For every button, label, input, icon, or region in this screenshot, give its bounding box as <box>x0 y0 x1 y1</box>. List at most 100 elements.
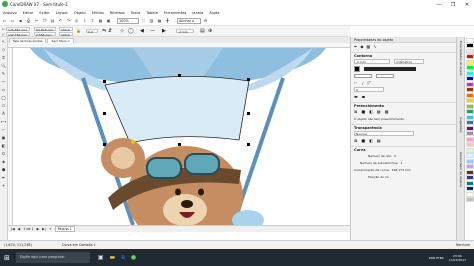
freehand-tool-icon[interactable]: ✎ <box>0 70 7 77</box>
search-content-icon[interactable]: ◎ <box>73 17 80 24</box>
palette-swatch[interactable] <box>466 147 474 153</box>
menu-texto[interactable]: Texto <box>131 11 140 15</box>
connector-tool-icon[interactable]: ⌐ <box>0 126 7 133</box>
publish-pdf-icon[interactable]: ▦ <box>97 17 104 24</box>
transparency-fountain-icon[interactable]: ◧ <box>369 138 373 143</box>
transparency-icon[interactable]: ▩ <box>366 44 370 49</box>
text-tool-icon[interactable]: A <box>0 110 7 117</box>
open-icon[interactable]: ▭ <box>9 17 16 24</box>
palette-swatch[interactable] <box>466 37 474 43</box>
line-style-preview[interactable] <box>364 66 416 71</box>
outline-icon[interactable]: ✒ <box>354 44 357 49</box>
y-position-field[interactable]: 132,756 mm <box>6 32 30 37</box>
guides-icon[interactable]: ╋ <box>164 17 171 24</box>
outline-width-field[interactable]: .2 mm <box>176 29 194 34</box>
selected-bow-shape[interactable] <box>104 75 250 144</box>
full-screen-icon[interactable]: ⛶ <box>140 17 147 24</box>
wrap-text-icon[interactable]: ▤ <box>200 28 205 34</box>
curve-icon[interactable]: ∿ <box>373 44 376 49</box>
artistic-media-tool-icon[interactable]: 〰 <box>0 78 7 85</box>
drop-shadow-tool-icon[interactable]: ▣ <box>0 134 7 141</box>
app-launcher-icon[interactable]: ▣ <box>105 17 112 24</box>
menu-layout[interactable]: Layout <box>56 11 68 15</box>
palette-swatch[interactable] <box>466 109 474 114</box>
palette-swatch[interactable] <box>466 175 474 180</box>
polygon-tool-icon[interactable]: ⬠ <box>0 102 7 109</box>
menu-exibir[interactable]: Exibir <box>39 11 49 15</box>
lock-ratio-icon[interactable]: 🔒 <box>76 28 81 33</box>
palette-swatch[interactable] <box>466 103 474 109</box>
outline-color-swatch[interactable] <box>354 65 360 72</box>
parallel-dimension-tool-icon[interactable]: ⟷ <box>0 118 7 125</box>
transparency-pattern-icon[interactable]: ▦ <box>377 138 381 143</box>
options-gear-icon[interactable]: ⚙ <box>202 17 209 24</box>
menu-arquivo[interactable]: Arquivo <box>3 11 17 15</box>
ellipse-tool-icon[interactable]: ◯ <box>0 94 7 101</box>
taskbar-search-box[interactable]: Digite aqui para pesquisar <box>15 252 90 263</box>
palette-swatch[interactable] <box>466 125 474 131</box>
interactive-fill-tool-icon[interactable]: ◈ <box>0 158 7 165</box>
palette-swatch[interactable] <box>466 114 474 120</box>
transparency-none-icon[interactable]: ⊠ <box>354 138 357 143</box>
units-select[interactable]: milímetros <box>394 59 424 64</box>
scale-y-field[interactable]: 100,0 <box>59 32 73 37</box>
palette-swatch[interactable] <box>466 169 474 175</box>
rulers-icon[interactable]: ▥ <box>148 17 155 24</box>
corner-round-icon[interactable]: ╭ <box>361 80 363 85</box>
side-tab-hints[interactable]: Sugestões <box>459 117 463 133</box>
artwork-hot-air-balloon-bear[interactable] <box>13 48 350 225</box>
redo-icon[interactable]: ↷ <box>65 17 72 24</box>
merge-mode-select[interactable]: Normal <box>354 131 414 136</box>
menu-editar[interactable]: Editar <box>23 11 34 15</box>
mirror-vertical-icon[interactable]: ⇵ <box>108 28 112 34</box>
transparency-tool-icon[interactable]: ◧ <box>0 142 7 149</box>
palette-swatch[interactable] <box>466 120 474 125</box>
palette-swatch[interactable] <box>466 59 474 65</box>
add-tools-icon[interactable]: + <box>0 182 7 189</box>
coreldraw-taskbar-icon[interactable]: ● <box>131 254 136 261</box>
first-page-button[interactable]: |◀ <box>11 227 15 231</box>
width-field[interactable]: 64,828 mm <box>34 27 56 32</box>
close-button[interactable]: ✕ <box>460 0 474 9</box>
rectangle-tool-icon[interactable]: ▭ <box>0 86 7 93</box>
file-explorer-icon[interactable]: ▬ <box>110 254 116 261</box>
outline-width-select[interactable]: .2 mm <box>354 59 390 64</box>
menu-bitmaps[interactable]: Bitmaps <box>110 11 125 15</box>
palette-swatch[interactable] <box>466 153 474 158</box>
arrowhead-end-icon[interactable]: ▶ <box>162 28 166 34</box>
palette-swatch[interactable] <box>466 65 474 70</box>
goggle-lens-right[interactable] <box>184 153 220 175</box>
eyedropper-tool-icon[interactable]: ⌬ <box>0 150 7 157</box>
mirror-horizontal-icon[interactable]: ⇋ <box>102 28 106 34</box>
palette-swatch[interactable] <box>466 136 474 142</box>
palette-swatch[interactable] <box>466 191 474 197</box>
side-tab-object-manager[interactable]: Gerenciador de objetos <box>459 152 463 187</box>
paste-icon[interactable]: ▤ <box>49 17 56 24</box>
quick-customize-icon[interactable]: ⊕ <box>208 28 212 34</box>
page-tab[interactable]: Página 1 <box>54 226 75 232</box>
no-fill-icon[interactable]: ⊠ <box>354 109 357 114</box>
menu-tabela[interactable]: Tabela <box>146 11 158 15</box>
cap-square-icon[interactable]: ▬ <box>354 94 358 99</box>
system-clock[interactable]: 23:04 17/07/2017 <box>449 254 466 262</box>
menu-janela[interactable]: Janela <box>192 11 203 15</box>
input-language[interactable]: POR PTB2 <box>429 256 444 260</box>
node-type-icon[interactable]: ⊹ <box>120 28 124 34</box>
save-icon[interactable]: ▪ <box>17 17 24 24</box>
palette-swatch[interactable] <box>466 48 474 54</box>
palette-swatch[interactable] <box>466 87 474 92</box>
arrow-end-select[interactable] <box>376 73 394 78</box>
palette-swatch[interactable] <box>466 131 474 136</box>
menu-ajuda[interactable]: Ajuda <box>209 11 219 15</box>
palette-swatch[interactable] <box>466 158 474 164</box>
palette-swatch[interactable] <box>466 197 474 202</box>
pick-tool-icon[interactable]: ↖ <box>0 38 7 45</box>
crop-tool-icon[interactable]: ⌗ <box>0 54 7 61</box>
corner-miter-icon[interactable]: ⌐ <box>354 80 357 85</box>
minimize-button[interactable]: — <box>432 0 446 9</box>
smart-fill-tool-icon[interactable]: ⬢ <box>0 166 7 173</box>
fountain-fill-icon[interactable]: ◧ <box>369 109 373 114</box>
prev-page-button[interactable]: ◀ <box>18 227 21 231</box>
windows-start-icon[interactable]: ⊞ <box>4 254 10 262</box>
shape-tool-icon[interactable]: ◇ <box>0 46 7 53</box>
